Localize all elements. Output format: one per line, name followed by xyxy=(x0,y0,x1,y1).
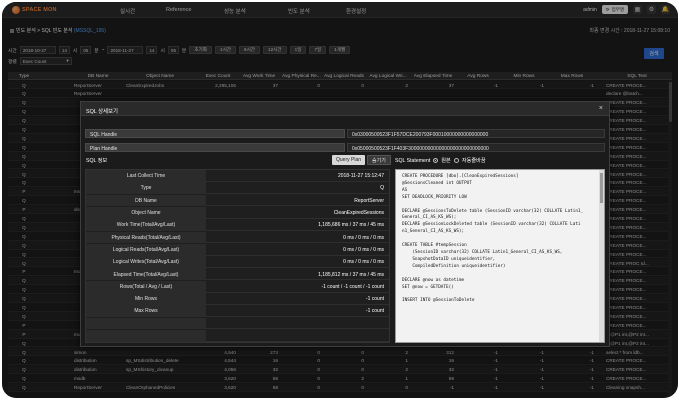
plan-handle-row: Plan Handle 0x05000500523F1F403F30000000… xyxy=(85,143,605,152)
app-window: SPACE MON 실시간 Reference 성능 분석 빈도 분석 환경설정… xyxy=(2,2,678,398)
dialog-title: SQL 상세보기 xyxy=(86,108,118,115)
radio-auto-wrap[interactable] xyxy=(453,158,459,163)
sql-info-label: Last Collect Time xyxy=(86,170,206,182)
sql-info-title: SQL 정보 xyxy=(86,158,108,164)
sql-info-value: 1,185,686 ms / 37 ms / 45 ms xyxy=(318,222,384,229)
sql-statement-header: SQL Statement 원본 자동줄바꿈 xyxy=(395,157,486,165)
sql-info-label: Logical Reads(Total/Avg/Last) xyxy=(86,243,206,256)
sql-info-table: Last Collect Time 2018-11-27 15:12:47 Type… xyxy=(85,169,390,343)
sql-info-value: -1 count / -1 count / -1 count xyxy=(321,283,384,290)
sql-info-row: Logical Writes(Total/Avg/Last) 0 ms / 0 m… xyxy=(86,256,389,268)
sql-info-label xyxy=(86,317,206,330)
sql-text-scrollbar[interactable] xyxy=(599,170,604,342)
sql-info-row: Last Collect Time 2018-11-27 15:12:47 xyxy=(86,170,389,182)
sql-info-row: Max Rows -1 count xyxy=(86,305,389,318)
sql-info-label: Object Name xyxy=(86,206,206,219)
query-plan-button[interactable]: Query Plan xyxy=(332,155,366,165)
radio-auto-wrap-label: 자동줄바꿈 xyxy=(461,158,486,164)
sql-info-label: Min Rows xyxy=(86,293,206,305)
sql-info-value: 0 ms / 0 ms / 0 ms xyxy=(343,246,384,253)
sql-info-row: Work Time(Total/Avg/Last) 1,185,686 ms / … xyxy=(86,219,389,232)
sql-info-value: Q xyxy=(380,185,384,192)
sql-info-row: Elapsed Time(Total/Avg/Last) 1,185,812 ms… xyxy=(86,268,389,281)
sql-info-value: -1 count xyxy=(365,308,384,315)
sql-info-row: Physical Reads(Total/Avg/Last) 0 ms / 0 m… xyxy=(86,231,389,244)
sql-handle-label: SQL Handle xyxy=(85,129,345,138)
sql-info-row: Min Rows -1 count xyxy=(86,293,389,305)
sql-info-label: Type xyxy=(86,182,206,195)
plan-handle-value: 0x05000500523F1F403F30000000000000000000… xyxy=(347,143,605,152)
sql-statement-title: SQL Statement xyxy=(395,157,431,164)
sql-info-label: Rows(Total / Avg / Last) xyxy=(86,280,206,293)
sql-info-value: CleanExpiredSessions xyxy=(333,210,384,217)
sql-info-label: DB Name xyxy=(86,194,206,207)
sql-info-row: Type Q xyxy=(86,182,389,195)
sql-info-label: Max Rows xyxy=(86,305,206,318)
sql-info-label: Work Time(Total/Avg/Last) xyxy=(86,219,206,232)
close-icon[interactable]: × xyxy=(599,105,603,112)
sql-handle-row: SQL Handle 0x03000500523F1F57DCE200793F0… xyxy=(85,129,605,138)
sql-info-label xyxy=(86,329,206,342)
sql-detail-dialog: SQL 상세보기 × SQL Handle 0x03000500523F1F57… xyxy=(80,101,610,347)
sql-info-label: Physical Reads(Total/Avg/Last) xyxy=(86,231,206,244)
sql-info-value: 2018-11-27 15:12:47 xyxy=(337,173,384,180)
sql-info-value: 0 ms / 0 ms / 0 ms xyxy=(343,234,384,241)
sql-info-label: Elapsed Time(Total/Avg/Last) xyxy=(86,268,206,281)
sql-statement-text[interactable]: CREATE PROCEDURE [dbo].[CleanExpiredSess… xyxy=(395,169,605,343)
plan-handle-label: Plan Handle xyxy=(85,143,345,152)
sql-code: CREATE PROCEDURE [dbo].[CleanExpiredSess… xyxy=(402,174,584,304)
sql-info-row: Object Name CleanExpiredSessions xyxy=(86,206,389,219)
sql-info-row: Logical Reads(Total/Avg/Last) 0 ms / 0 ms… xyxy=(86,243,389,256)
radio-original[interactable] xyxy=(433,158,439,163)
sql-info-row xyxy=(86,317,389,330)
sql-info-row xyxy=(86,329,389,342)
hide-button[interactable]: 숨기기 xyxy=(367,155,391,165)
sql-info-value: 0 ms / 0 ms / 0 ms xyxy=(343,259,384,266)
sql-info-value: ReportServer xyxy=(354,197,384,204)
sql-handle-value: 0x03000500523F1F57DCE200793F000100000000… xyxy=(347,129,605,138)
radio-original-label: 원본 xyxy=(441,158,451,164)
sql-info-row: Rows(Total / Avg / Last) -1 count / -1 co… xyxy=(86,280,389,293)
sql-info-value: -1 count xyxy=(365,296,384,303)
dialog-header: SQL 상세보기 × xyxy=(81,102,609,116)
sql-info-row: DB Name ReportServer xyxy=(86,194,389,207)
sql-info-value: 1,185,812 ms / 37 ms / 45 ms xyxy=(318,271,384,278)
sql-info-label: Logical Writes(Total/Avg/Last) xyxy=(86,256,206,268)
